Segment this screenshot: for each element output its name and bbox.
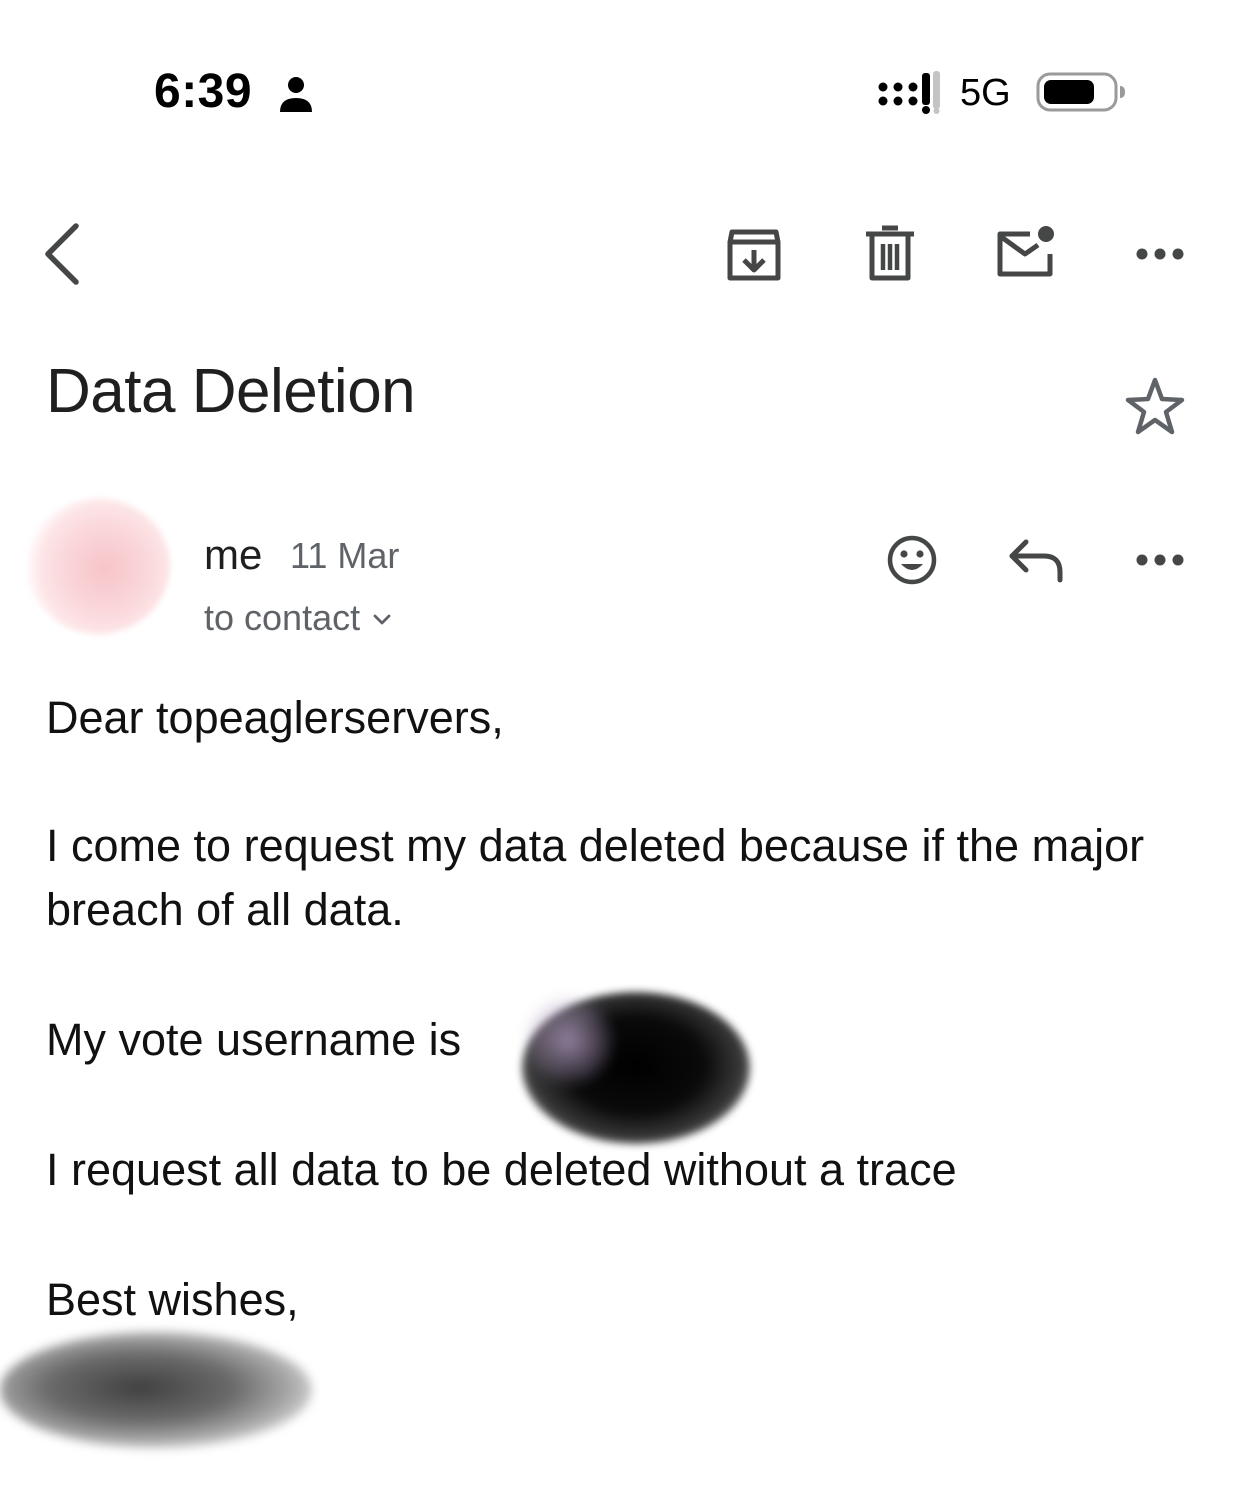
mark-unread-button[interactable] <box>990 220 1060 284</box>
star-button[interactable] <box>1120 372 1190 442</box>
recipient-line: to contact <box>204 597 361 638</box>
delete-button[interactable] <box>858 222 922 286</box>
archive-button[interactable] <box>722 222 786 286</box>
sender-name: me <box>204 531 263 578</box>
more-icon <box>1136 554 1184 566</box>
add-reaction-button[interactable] <box>882 530 942 590</box>
reply-button[interactable] <box>1006 534 1068 586</box>
back-button[interactable] <box>36 218 92 290</box>
back-icon <box>45 223 79 285</box>
sent-date: 11 Mar <box>290 535 400 576</box>
mark-unread-icon <box>997 226 1054 277</box>
person-icon <box>276 74 316 114</box>
status-time: 6:39 <box>154 65 253 118</box>
network-label: 5G <box>960 72 1011 114</box>
star-icon <box>1125 377 1185 435</box>
message-more-button[interactable] <box>1128 540 1192 580</box>
avatar[interactable] <box>26 498 170 634</box>
more-icon <box>1136 248 1184 260</box>
signal-icon <box>878 70 942 114</box>
email-greeting: Dear topeaglerservers, <box>46 692 504 743</box>
email-paragraph-request: I come to request my data deleted becaus… <box>46 820 1157 935</box>
email-closing: Best wishes, <box>46 1274 299 1325</box>
email-trace-line: I request all data to be deleted without… <box>46 1144 957 1195</box>
email-subject: Data Deletion <box>46 357 416 426</box>
archive-icon <box>727 229 781 281</box>
battery-icon <box>1036 70 1128 114</box>
signature-redaction <box>0 1332 312 1448</box>
delete-icon <box>866 225 914 281</box>
emoji-icon <box>887 535 937 585</box>
recipient-details-toggle[interactable]: to contact <box>204 594 394 642</box>
chevron-down-icon <box>373 614 391 625</box>
more-options-button[interactable] <box>1128 232 1192 276</box>
username-redaction-tint <box>524 996 614 1086</box>
reply-icon <box>1009 539 1063 583</box>
